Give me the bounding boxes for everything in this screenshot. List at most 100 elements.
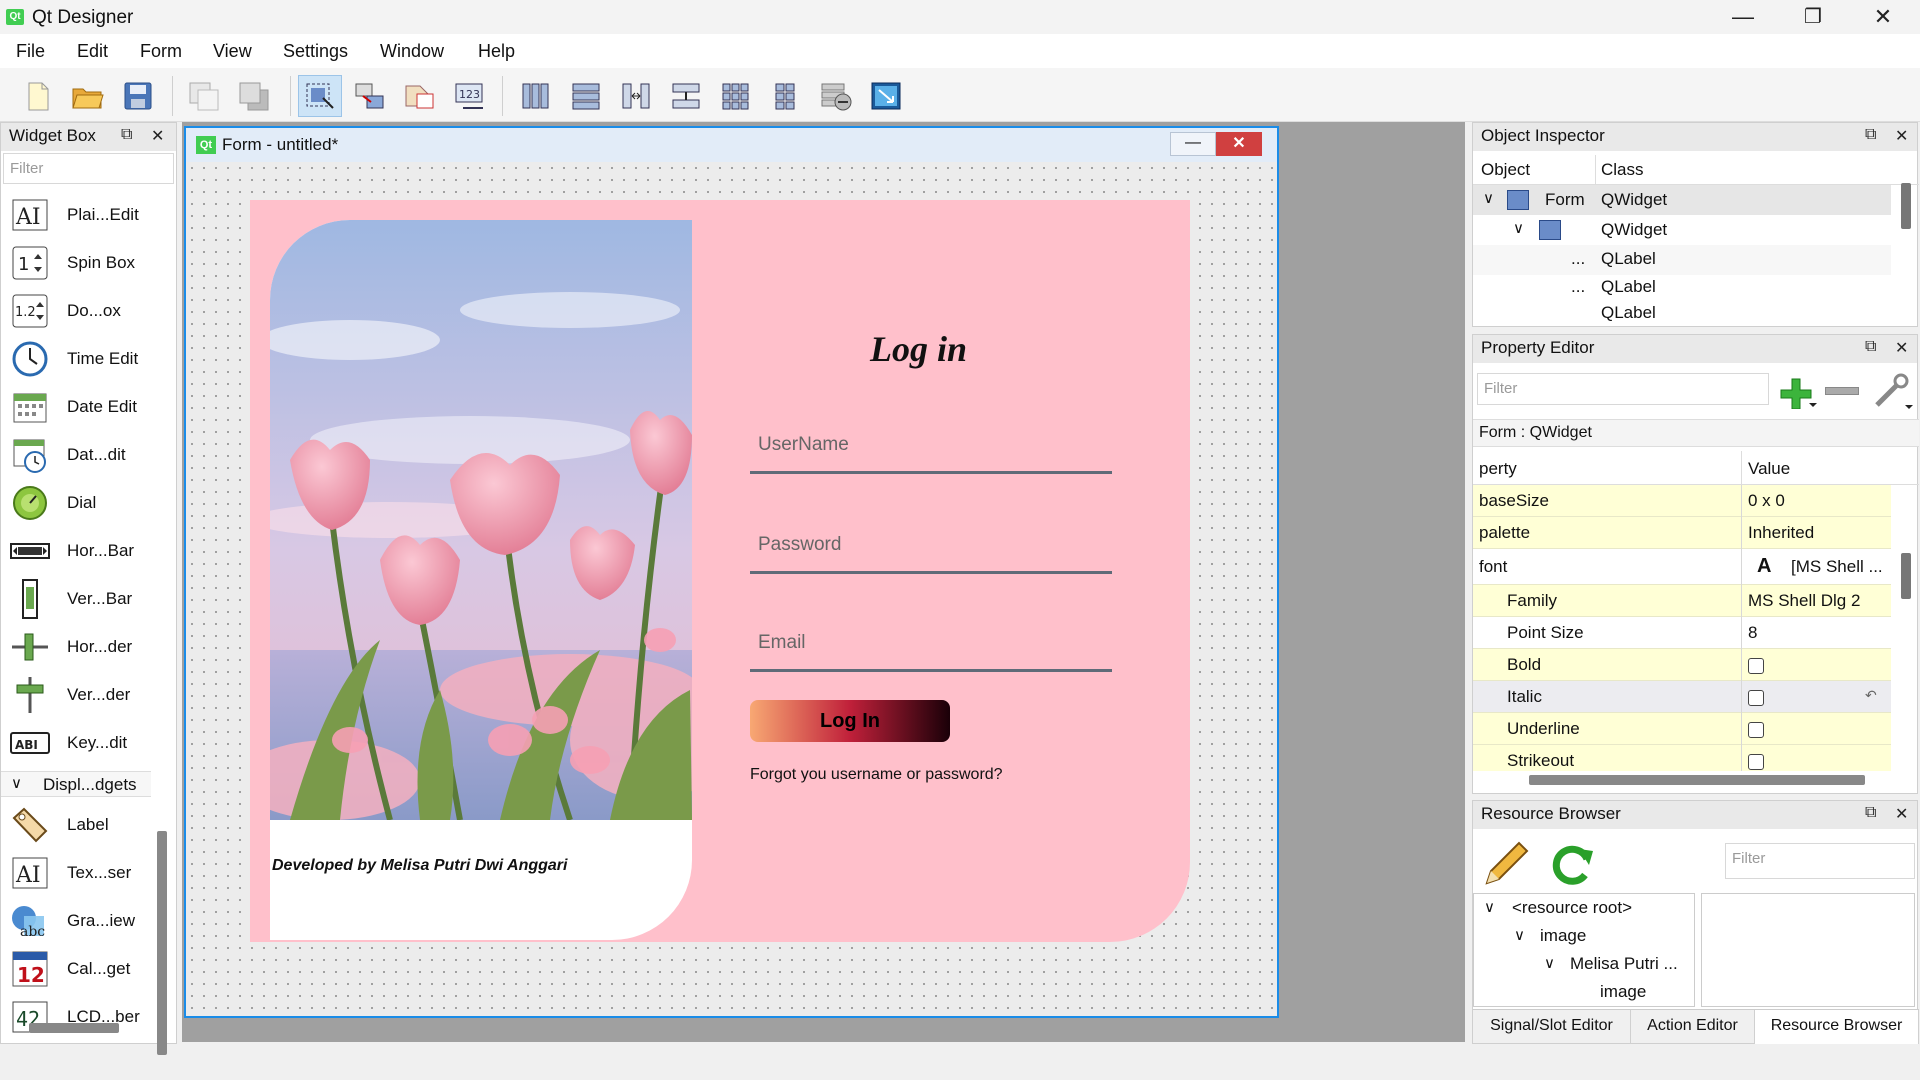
- float-dock-icon[interactable]: ⧉: [1865, 804, 1876, 822]
- menu-settings[interactable]: Settings: [283, 41, 348, 62]
- widget-item-key-sequence-edit[interactable]: ABI Key...dit: [9, 721, 127, 765]
- edit-widgets-icon[interactable]: [298, 75, 342, 117]
- property-row-font[interactable]: font A [MS Shell ...: [1473, 549, 1891, 585]
- menu-form[interactable]: Form: [140, 41, 182, 62]
- property-row-basesize[interactable]: baseSize 0 x 0: [1473, 485, 1891, 517]
- open-folder-icon[interactable]: [66, 75, 110, 117]
- property-editor-vscrollbar[interactable]: [1901, 553, 1911, 599]
- widget-item-date-time-edit[interactable]: Dat...dit: [9, 433, 126, 477]
- edit-tab-order-icon[interactable]: 123: [448, 75, 492, 117]
- property-row-point-size[interactable]: Point Size 8: [1473, 617, 1891, 649]
- username-field[interactable]: UserName: [750, 428, 1112, 474]
- italic-checkbox[interactable]: [1748, 687, 1764, 707]
- property-row-palette[interactable]: palette Inherited: [1473, 517, 1891, 549]
- widget-item-calendar-widget[interactable]: 12 Cal...get: [9, 947, 130, 991]
- layout-horizontal-icon[interactable]: [514, 75, 558, 117]
- tree-item-resource-root[interactable]: <resource root>: [1512, 898, 1632, 918]
- menu-edit[interactable]: Edit: [77, 41, 108, 62]
- widget-item-text-browser[interactable]: AI Tex...ser: [9, 851, 131, 895]
- property-editor-hscrollbar[interactable]: [1529, 775, 1865, 785]
- minimize-button[interactable]: —: [1708, 0, 1778, 34]
- login-button[interactable]: Log In: [750, 700, 950, 742]
- forgot-password-link[interactable]: Forgot you username or password?: [750, 766, 1003, 784]
- category-display-widgets[interactable]: ∨ Displ...dgets: [1, 771, 151, 797]
- property-row-strikeout[interactable]: Strikeout: [1473, 745, 1891, 771]
- form-close-button[interactable]: ✕: [1216, 132, 1262, 156]
- tree-row-qlabel[interactable]: ... QLabel: [1473, 273, 1891, 303]
- float-dock-icon[interactable]: ⧉: [121, 126, 132, 144]
- edit-signals-slots-icon[interactable]: [348, 75, 392, 117]
- widget-item-horizontal-scroll-bar[interactable]: Hor...Bar: [9, 529, 134, 573]
- reset-property-icon[interactable]: ↶: [1865, 687, 1877, 704]
- property-row-family[interactable]: Family MS Shell Dlg 2: [1473, 585, 1891, 617]
- widget-item-date-edit[interactable]: Date Edit: [9, 385, 137, 429]
- save-icon[interactable]: [116, 75, 160, 117]
- bold-checkbox[interactable]: [1748, 655, 1764, 675]
- widget-box-vertical-scrollbar[interactable]: [157, 831, 167, 1055]
- widget-item-spin-box[interactable]: 1 Spin Box: [9, 241, 135, 285]
- widget-item-vertical-slider[interactable]: Ver...der: [9, 673, 130, 717]
- widget-item-plain-text-edit[interactable]: AI Plai...Edit: [9, 195, 139, 237]
- tree-item-melisa[interactable]: Melisa Putri ...: [1570, 954, 1678, 974]
- layout-form-icon[interactable]: [764, 75, 808, 117]
- tree-item-image-file[interactable]: image: [1600, 982, 1646, 1002]
- add-property-icon[interactable]: [1777, 375, 1817, 410]
- widget-item-double-spin-box[interactable]: 1.2 Do...ox: [9, 289, 121, 333]
- configure-wrench-icon[interactable]: [1871, 373, 1913, 411]
- break-layout-icon[interactable]: [814, 75, 858, 117]
- adjust-size-icon[interactable]: [864, 75, 908, 117]
- property-row-underline[interactable]: Underline: [1473, 713, 1891, 745]
- email-field[interactable]: Email: [750, 626, 1112, 672]
- chevron-down-icon[interactable]: ∨: [1513, 219, 1524, 237]
- menu-file[interactable]: File: [16, 41, 45, 62]
- close-button[interactable]: ✕: [1848, 0, 1918, 34]
- widget-item-dial[interactable]: Dial: [9, 481, 96, 525]
- widget-item-time-edit[interactable]: Time Edit: [9, 337, 138, 381]
- new-file-icon[interactable]: [16, 75, 60, 117]
- tree-row-form[interactable]: ∨ Form QWidget: [1473, 185, 1891, 215]
- widget-item-label[interactable]: Label: [9, 803, 109, 847]
- tree-row-qwidget[interactable]: ∨ QWidget: [1473, 215, 1891, 245]
- layout-vertical-icon[interactable]: [564, 75, 608, 117]
- widget-box-horizontal-scrollbar[interactable]: [29, 1023, 119, 1033]
- resource-filter-input[interactable]: Filter: [1725, 843, 1915, 879]
- tree-row-qlabel[interactable]: QLabel: [1473, 301, 1891, 323]
- widget-item-graphics-view[interactable]: abc Gra...iew: [9, 899, 135, 943]
- password-field[interactable]: Password: [750, 528, 1112, 574]
- bring-to-front-icon[interactable]: [232, 75, 276, 117]
- widget-item-horizontal-slider[interactable]: Hor...der: [9, 625, 132, 669]
- tree-row-qlabel[interactable]: ... QLabel: [1473, 245, 1891, 275]
- float-dock-icon[interactable]: ⧉: [1865, 126, 1876, 144]
- chevron-down-icon[interactable]: ∨: [1483, 189, 1494, 207]
- menu-window[interactable]: Window: [380, 41, 444, 62]
- layout-grid-icon[interactable]: [714, 75, 758, 117]
- tab-signal-slot-editor[interactable]: Signal/Slot Editor: [1473, 1010, 1631, 1044]
- float-dock-icon[interactable]: ⧉: [1865, 338, 1876, 356]
- tab-resource-browser[interactable]: Resource Browser: [1755, 1010, 1919, 1044]
- underline-checkbox[interactable]: [1748, 719, 1764, 739]
- chevron-down-icon[interactable]: ∨: [1484, 898, 1495, 916]
- widget-box-filter[interactable]: Filter: [3, 153, 174, 184]
- chevron-down-icon[interactable]: ∨: [1514, 926, 1525, 944]
- close-dock-icon[interactable]: ✕: [1895, 126, 1908, 146]
- tree-item-image[interactable]: image: [1540, 926, 1586, 946]
- close-dock-icon[interactable]: ✕: [151, 126, 164, 146]
- remove-property-icon[interactable]: [1825, 387, 1859, 395]
- maximize-button[interactable]: ❐: [1778, 0, 1848, 34]
- tab-action-editor[interactable]: Action Editor: [1631, 1010, 1755, 1044]
- menu-help[interactable]: Help: [478, 41, 515, 62]
- object-inspector-scrollbar[interactable]: [1901, 183, 1911, 229]
- strikeout-checkbox[interactable]: [1748, 751, 1764, 771]
- reload-icon[interactable]: [1547, 839, 1597, 889]
- close-dock-icon[interactable]: ✕: [1895, 338, 1908, 358]
- property-row-bold[interactable]: Bold: [1473, 649, 1891, 681]
- edit-resources-pencil-icon[interactable]: [1481, 839, 1533, 889]
- layout-vertical-splitter-icon[interactable]: [664, 75, 708, 117]
- property-filter-input[interactable]: Filter: [1477, 373, 1769, 405]
- chevron-down-icon[interactable]: ∨: [1544, 954, 1555, 972]
- layout-horizontal-splitter-icon[interactable]: [614, 75, 658, 117]
- send-to-back-icon[interactable]: [182, 75, 226, 117]
- property-row-italic[interactable]: Italic ↶: [1473, 681, 1891, 713]
- form-window[interactable]: Qt Form - untitled* — ✕ Developed by Mel…: [184, 126, 1279, 1018]
- widget-item-vertical-scroll-bar[interactable]: Ver...Bar: [9, 577, 132, 621]
